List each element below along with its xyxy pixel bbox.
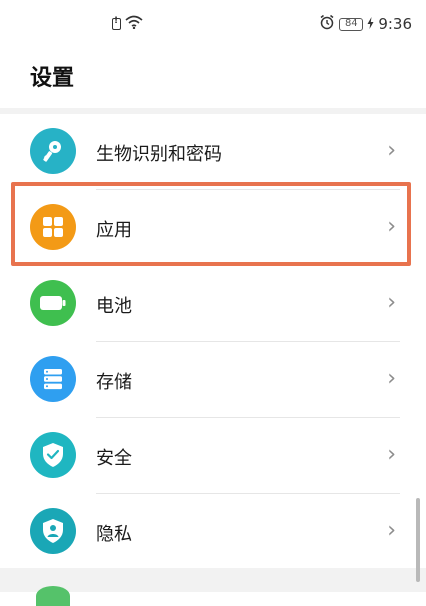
highlight-frame bbox=[11, 182, 411, 266]
scrollbar[interactable] bbox=[416, 498, 420, 582]
privacy-shield-icon bbox=[30, 508, 76, 554]
status-right: 84 9:36 bbox=[319, 14, 412, 34]
chevron-right-icon: › bbox=[387, 442, 396, 467]
settings-item-label: 生物识别和密码 bbox=[96, 144, 222, 165]
key-icon bbox=[30, 128, 76, 174]
next-item-icon bbox=[36, 586, 70, 606]
settings-item-privacy[interactable]: 隐私 › bbox=[0, 494, 426, 570]
status-time: 9:36 bbox=[378, 15, 412, 33]
settings-item-label: 隐私 bbox=[96, 524, 132, 545]
settings-item-label: 电池 bbox=[96, 296, 132, 317]
battery-icon: 84 bbox=[339, 17, 364, 31]
chevron-right-icon: › bbox=[387, 518, 396, 543]
status-left bbox=[112, 14, 143, 33]
alarm-icon bbox=[319, 14, 335, 34]
page-title: 设置 bbox=[30, 66, 75, 91]
status-bar: 84 9:36 bbox=[0, 0, 426, 50]
settings-item-storage[interactable]: 存储 › bbox=[0, 342, 426, 418]
wifi-icon bbox=[125, 14, 143, 33]
storage-icon bbox=[30, 356, 76, 402]
chevron-right-icon: › bbox=[387, 366, 396, 391]
battery-icon bbox=[30, 280, 76, 326]
sim-alert-icon bbox=[112, 16, 121, 30]
settings-item-biometrics[interactable]: 生物识别和密码 › bbox=[0, 114, 426, 190]
charging-icon bbox=[367, 15, 374, 33]
settings-item-battery[interactable]: 电池 › bbox=[0, 266, 426, 342]
settings-item-label: 安全 bbox=[96, 448, 132, 469]
shield-check-icon bbox=[30, 432, 76, 478]
settings-item-security[interactable]: 安全 › bbox=[0, 418, 426, 494]
settings-item-label: 存储 bbox=[96, 372, 132, 393]
chevron-right-icon: › bbox=[387, 138, 396, 163]
chevron-right-icon: › bbox=[387, 290, 396, 315]
